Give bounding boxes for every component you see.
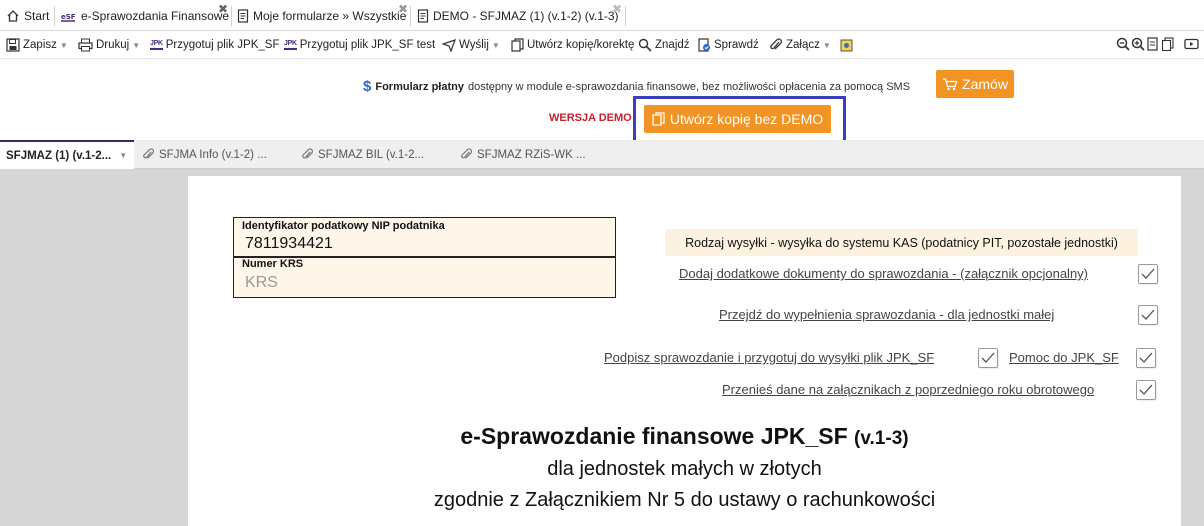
- dollar-icon: $: [363, 78, 372, 95]
- preview-button[interactable]: [1184, 36, 1199, 54]
- notice-bold: Formularz płatny: [375, 80, 464, 93]
- identification-box: Identyfikator podatkowy NIP podatnika 78…: [233, 217, 616, 298]
- form-version: (v.1-3): [854, 428, 909, 449]
- printer-icon: [78, 38, 93, 52]
- jpk-icon: JPK: [284, 40, 297, 50]
- chevron-down-icon[interactable]: ▼: [132, 41, 140, 50]
- copy-icon: [652, 112, 665, 126]
- form-subtitle-1: dla jednostek małych w złotych: [547, 458, 822, 480]
- esf-icon: eSF: [61, 10, 77, 22]
- home-icon: [6, 9, 20, 23]
- paperclip-icon: [301, 148, 314, 161]
- check-button[interactable]: Sprawdź: [698, 35, 759, 55]
- tab-e-sprawozdania[interactable]: eSF e-Sprawozdania Finansowe: [57, 3, 229, 29]
- tab-label: Start: [24, 9, 50, 23]
- prepare-jpk-test-button[interactable]: JPK Przygotuj plik JPK_SF test: [284, 35, 435, 55]
- save-button[interactable]: Zapisz ▼: [6, 35, 68, 55]
- close-icon[interactable]: ✖: [218, 2, 228, 16]
- checkmark-icon: [1141, 309, 1155, 320]
- chevron-down-icon[interactable]: ▼: [492, 41, 500, 50]
- search-icon: [638, 38, 652, 52]
- fit-page-button[interactable]: [1146, 36, 1160, 54]
- tab-start[interactable]: Start: [2, 3, 49, 29]
- tab-separator: [625, 6, 626, 26]
- checkmark-icon: [981, 352, 995, 363]
- tab-separator: [410, 6, 411, 26]
- screen-icon: [1184, 37, 1199, 54]
- tab-label: e-Sprawozdania Finansowe: [81, 9, 230, 23]
- form-tab-sfjmaz-rzis[interactable]: SFJMAZ RZiS-WK ...: [460, 140, 586, 169]
- lock-settings-button[interactable]: [840, 35, 857, 55]
- form-subtitle-2: zgodnie z Załącznikiem Nr 5 do ustawy o …: [433, 489, 936, 511]
- shield-icon: [840, 38, 854, 52]
- help-jpk-checkbox[interactable]: [1136, 348, 1156, 368]
- add-documents-checkbox[interactable]: [1138, 264, 1158, 284]
- chevron-down-icon[interactable]: ▼: [119, 151, 127, 160]
- print-button[interactable]: Drukuj ▼: [78, 35, 140, 55]
- tab-moje-formularze[interactable]: Moje formularze » Wszystkie: [233, 3, 406, 29]
- copy-correction-button[interactable]: Utwórz kopię/korektę: [511, 35, 634, 55]
- send-icon: [442, 38, 456, 52]
- checkmark-icon: [1141, 268, 1155, 279]
- svg-text:eSF: eSF: [61, 13, 76, 21]
- notice-text: dostępny w module e-sprawozdania finanso…: [467, 80, 911, 93]
- chevron-down-icon[interactable]: ▼: [60, 41, 68, 50]
- page-view-icon: [1146, 36, 1160, 54]
- paperclip-icon: [142, 148, 155, 161]
- zoom-out-icon: [1116, 37, 1130, 54]
- toolbar: Zapisz ▼ Drukuj ▼ JPK Przygotuj plik JPK…: [0, 31, 1204, 59]
- prepare-jpk-button[interactable]: JPK Przygotuj plik JPK_SF: [150, 35, 279, 55]
- pages-icon: [1161, 36, 1175, 54]
- cart-icon: [942, 77, 958, 91]
- save-icon: [6, 38, 20, 52]
- top-tab-bar: Start eSF e-Sprawozdania Finansowe ✖ Moj…: [0, 0, 1204, 31]
- jpk-icon: JPK: [150, 40, 163, 50]
- payment-notice: $ Formularz płatny dostępny w module e-s…: [363, 78, 910, 95]
- fill-report-checkbox[interactable]: [1138, 305, 1158, 325]
- demo-version-label: WERSJA DEMO: [549, 112, 632, 124]
- form-tabs-bar: SFJMAZ (1) (v.1-2... ▼ SFJMA Info (v.1-2…: [0, 140, 1204, 169]
- tab-separator: [54, 6, 55, 26]
- help-jpk-link[interactable]: Pomoc do JPK_SF: [1009, 350, 1119, 365]
- krs-label: Numer KRS: [242, 258, 304, 270]
- form-tab-sfjmaz-bil[interactable]: SFJMAZ BIL (v.1-2...: [301, 140, 424, 169]
- transfer-data-checkbox[interactable]: [1136, 380, 1156, 400]
- shipment-type: Rodzaj wysyłki - wysyłka do systemu KAS …: [665, 229, 1138, 256]
- tab-label: Moje formularze » Wszystkie: [253, 9, 407, 23]
- sign-report-checkbox[interactable]: [978, 348, 998, 368]
- zoom-in-icon: [1131, 37, 1145, 54]
- find-button[interactable]: Znajdź: [638, 35, 690, 55]
- copy-icon: [511, 38, 524, 52]
- nip-label: Identyfikator podatkowy NIP podatnika: [242, 220, 445, 232]
- form-tab-sfjma-info[interactable]: SFJMA Info (v.1-2) ...: [142, 140, 267, 169]
- krs-field[interactable]: KRS: [245, 274, 278, 292]
- checkmark-icon: [1139, 384, 1153, 395]
- create-copy-without-demo-button[interactable]: Utwórz kopię bez DEMO: [644, 105, 831, 133]
- tab-label: DEMO - SFJMAZ (1) (v.1-2) (v.1-3): [433, 9, 619, 23]
- check-document-icon: [698, 38, 711, 52]
- zoom-out-button[interactable]: [1116, 36, 1130, 54]
- sign-report-link[interactable]: Podpisz sprawozdanie i przygotuj do wysy…: [604, 350, 934, 365]
- document-icon: [237, 9, 249, 23]
- zoom-in-button[interactable]: [1131, 36, 1145, 54]
- nip-field[interactable]: 7811934421: [245, 235, 333, 253]
- paperclip-icon: [460, 148, 473, 161]
- form-title: e-Sprawozdanie finansowe JPK_SF (v.1-3): [460, 423, 909, 449]
- send-button[interactable]: Wyślij ▼: [442, 35, 500, 55]
- checkmark-icon: [1139, 352, 1153, 363]
- tab-demo-sfjmaz[interactable]: DEMO - SFJMAZ (1) (v.1-2) (v.1-3): [413, 3, 619, 29]
- fill-report-link[interactable]: Przejdź do wypełnienia sprawozdania - dl…: [719, 307, 1054, 322]
- paperclip-icon: [769, 38, 783, 52]
- tab-separator: [231, 6, 232, 26]
- close-icon[interactable]: ✖: [398, 2, 408, 16]
- close-icon[interactable]: ✖: [612, 2, 622, 16]
- document-icon: [417, 9, 429, 23]
- attach-button[interactable]: Załącz ▼: [769, 35, 831, 55]
- pages-button[interactable]: [1161, 36, 1175, 54]
- chevron-down-icon[interactable]: ▼: [823, 41, 831, 50]
- form-tab-sfjmaz[interactable]: SFJMAZ (1) (v.1-2... ▼: [0, 140, 134, 169]
- add-documents-link[interactable]: Dodaj dodatkowe dokumenty do sprawozdani…: [679, 266, 1088, 281]
- transfer-data-link[interactable]: Przenieś dane na załącznikach z poprzedn…: [722, 382, 1094, 397]
- order-button[interactable]: Zamów: [936, 70, 1014, 98]
